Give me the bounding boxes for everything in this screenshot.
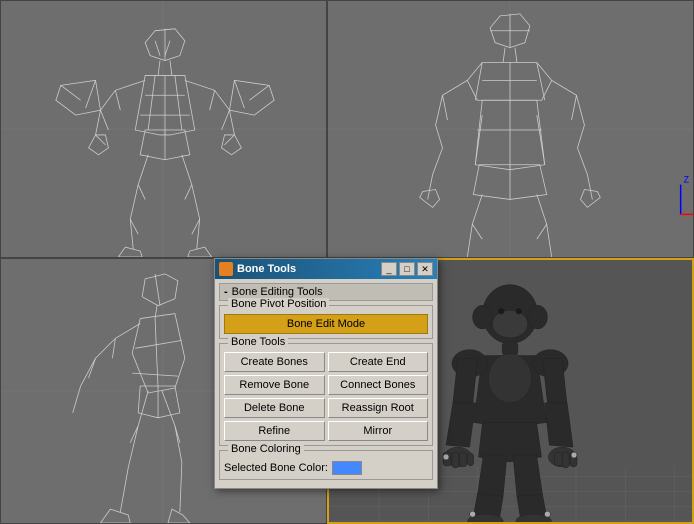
mirror-button[interactable]: Mirror <box>328 421 429 441</box>
bone-tools-group: Bone Tools Create Bones Create End Remov… <box>219 343 433 446</box>
create-bones-button[interactable]: Create Bones <box>224 352 325 372</box>
dialog-body: - Bone Editing Tools Bone Pivot Position… <box>215 279 437 488</box>
bone-coloring-group: Bone Coloring Selected Bone Color: <box>219 450 433 480</box>
create-end-button[interactable]: Create End <box>328 352 429 372</box>
bone-pivot-label: Bone Pivot Position <box>228 298 329 310</box>
bone-coloring-label: Bone Coloring <box>228 443 304 455</box>
bone-tools-label: Bone Tools <box>228 336 288 348</box>
bone-icon <box>219 262 233 276</box>
svg-text:Z: Z <box>684 175 690 185</box>
selected-bone-color-label: Selected Bone Color: <box>224 462 328 474</box>
bone-pivot-group: Bone Pivot Position Bone Edit Mode <box>219 305 433 339</box>
viewport-top-right[interactable]: Z X <box>327 0 694 258</box>
bone-coloring-content: Selected Bone Color: <box>224 461 428 475</box>
restore-button[interactable]: □ <box>399 262 415 276</box>
refine-button[interactable]: Refine <box>224 421 325 441</box>
connect-bones-button[interactable]: Connect Bones <box>328 375 429 395</box>
delete-bone-button[interactable]: Delete Bone <box>224 398 325 418</box>
dialog-titlebar: Bone Tools _ □ ✕ <box>215 259 437 279</box>
bone-pivot-content: Bone Edit Mode <box>224 314 428 334</box>
dialog-controls: _ □ ✕ <box>381 262 433 276</box>
bone-tools-dialog: Bone Tools _ □ ✕ - Bone Editing Tools Bo… <box>214 258 438 489</box>
dialog-title: Bone Tools <box>237 263 377 275</box>
collapse-button[interactable]: - <box>224 286 228 298</box>
reassign-root-button[interactable]: Reassign Root <box>328 398 429 418</box>
bone-tools-content: Create Bones Create End Remove Bone Conn… <box>224 352 428 441</box>
section-header-label: Bone Editing Tools <box>232 286 323 298</box>
color-swatch[interactable] <box>332 461 362 475</box>
close-button[interactable]: ✕ <box>417 262 433 276</box>
bone-edit-mode-button[interactable]: Bone Edit Mode <box>224 314 428 334</box>
remove-bone-button[interactable]: Remove Bone <box>224 375 325 395</box>
minimize-button[interactable]: _ <box>381 262 397 276</box>
viewport-container: Z X <box>0 0 694 524</box>
viewport-top-left[interactable] <box>0 0 327 258</box>
